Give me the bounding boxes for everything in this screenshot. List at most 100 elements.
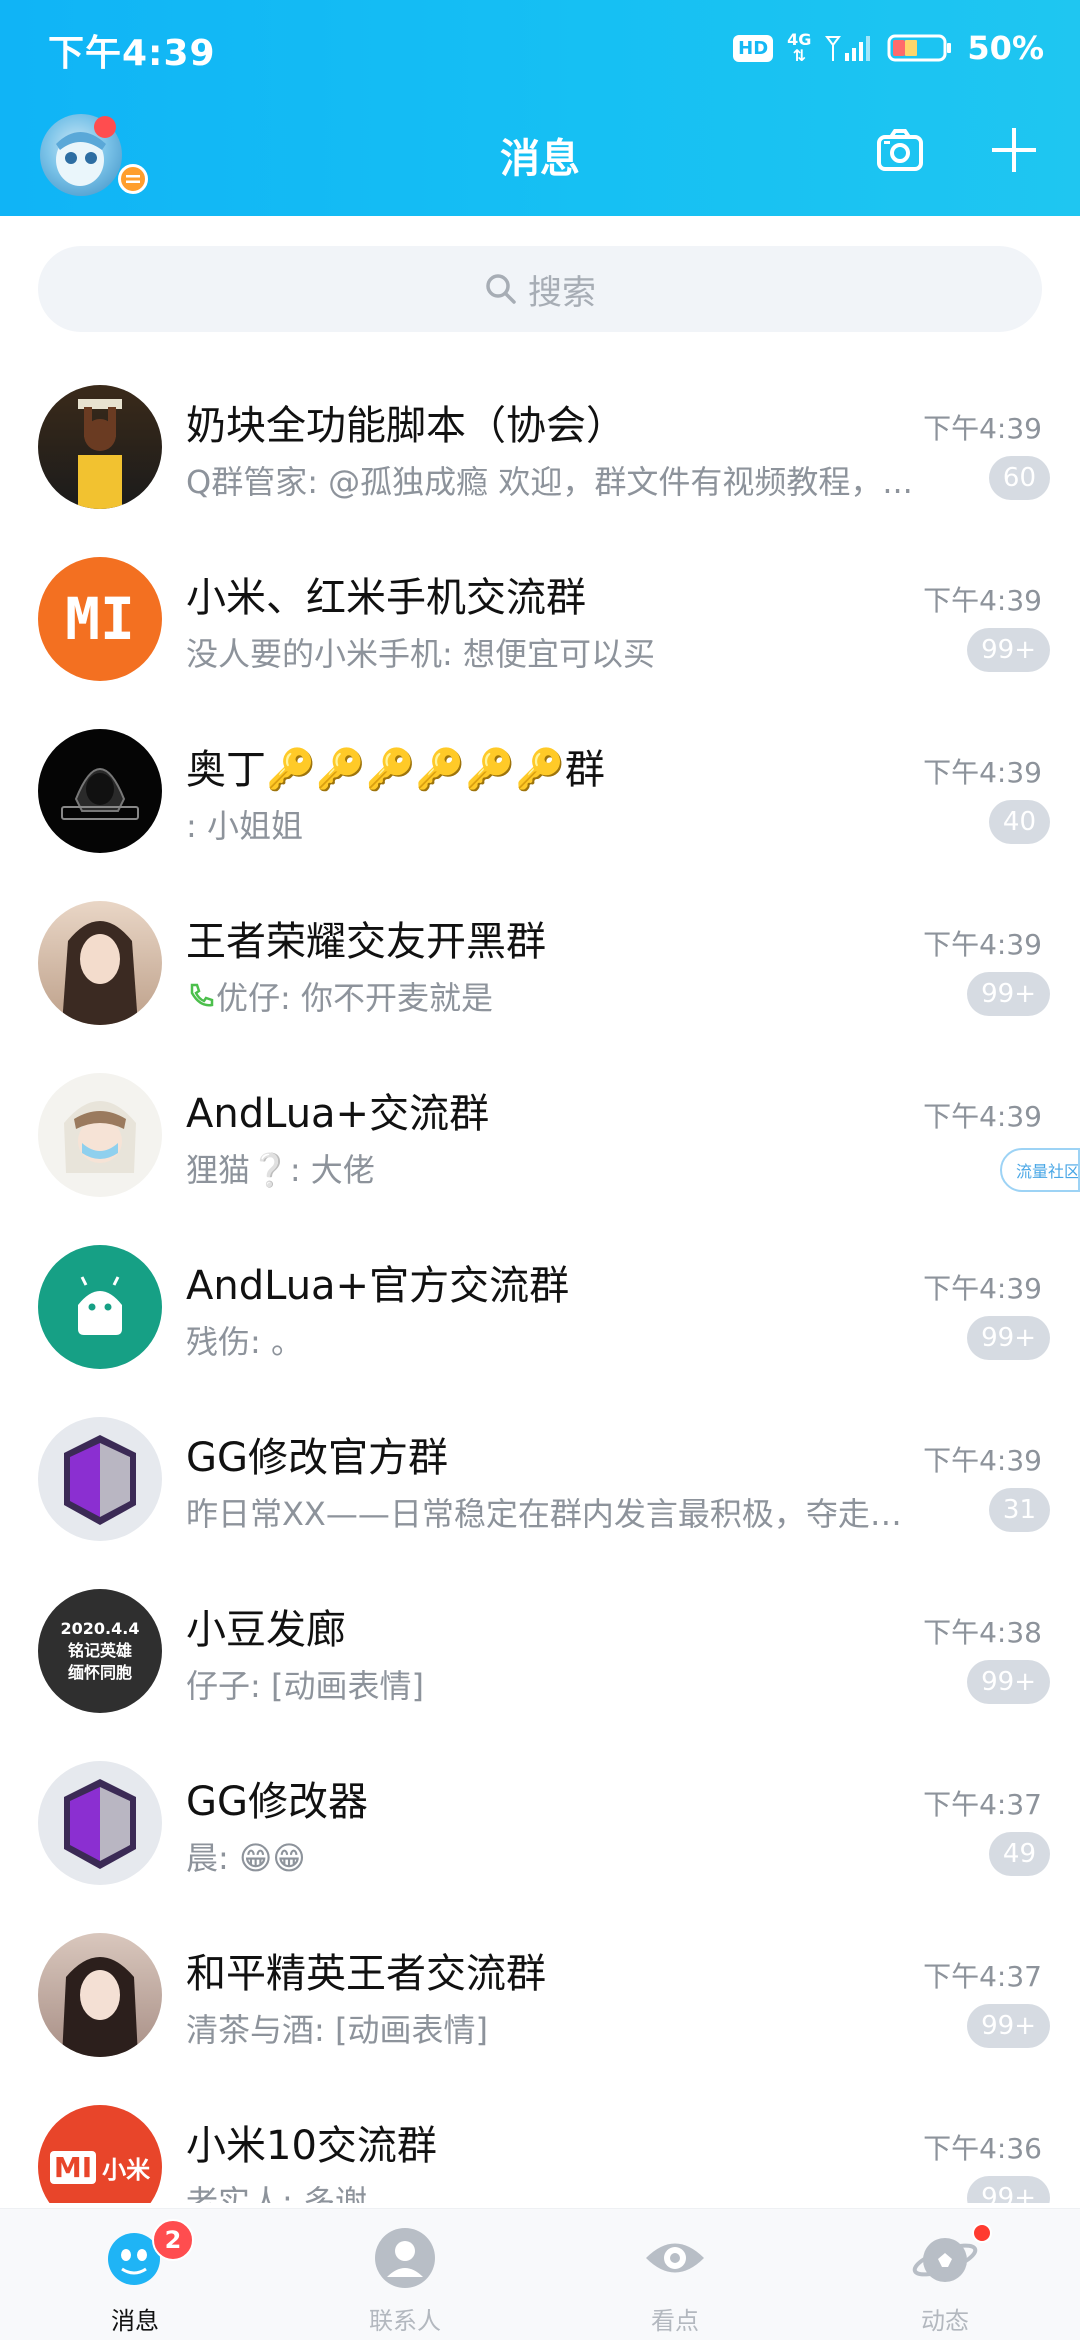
status-time: 下午4:39: [48, 33, 216, 74]
conversation-item[interactable]: 奶块全功能脚本（协会） Q群管家: @孤独成瘾 欢迎，群文件有视频教程，... …: [0, 363, 1080, 535]
tab-contacts[interactable]: 联系人: [270, 2209, 540, 2340]
group-avatar: [38, 1933, 162, 2057]
conversation-item[interactable]: AndLua+交流群 狸猫❔: 大佬 下午4:39: [0, 1051, 1080, 1223]
hooded-figure-icon: [61, 768, 139, 820]
mi-logo-icon: MI: [65, 585, 135, 653]
battery-icon: [887, 34, 952, 62]
conversation-name: GG修改器: [186, 1779, 368, 1825]
mi-logo-icon: MI: [49, 2150, 97, 2184]
conversation-name: GG修改官方群: [186, 1435, 448, 1481]
conversation-item[interactable]: GG修改官方群 昨日常XX——日常稳定在群内发言最积极，夺走了... 下午4:3…: [0, 1395, 1080, 1567]
tab-notification-dot: [972, 2223, 992, 2243]
conversation-item[interactable]: MI 小米、红米手机交流群 没人要的小米手机: 想便宜可以买 下午4:39 99…: [0, 535, 1080, 707]
search-input[interactable]: 搜索: [38, 246, 1042, 332]
unread-badge: 99+: [967, 2004, 1050, 2048]
basketball-player-icon: [78, 399, 122, 509]
conversation-preview: 优仔: 你不开麦就是: [186, 973, 493, 1019]
group-avatar: MI: [38, 557, 162, 681]
floating-community-tag[interactable]: 流量社区: [1000, 1148, 1080, 1192]
conversation-name: 和平精英王者交流群: [186, 1951, 546, 1997]
conversation-preview: 昨日常XX——日常稳定在群内发言最积极，夺走了...: [186, 1495, 926, 1533]
unread-badge: 99+: [967, 2176, 1050, 2203]
tab-messages[interactable]: 2 消息: [0, 2209, 270, 2340]
signal-icon: [825, 36, 871, 61]
add-plus-icon[interactable]: [988, 124, 1040, 176]
conversation-item[interactable]: 2020.4.4 铭记英雄 缅怀同胞 小豆发廊 仔子: [动画表情] 下午4:3…: [0, 1567, 1080, 1739]
conversation-preview: 仔子: [动画表情]: [186, 1667, 424, 1705]
unread-badge: 99+: [967, 1316, 1050, 1360]
group-avatar: [38, 1245, 162, 1369]
unread-badge: 99+: [967, 972, 1050, 1016]
conversation-time: 下午4:39: [923, 1100, 1042, 1133]
conversation-preview: 老实人: 多谢: [186, 2183, 367, 2203]
conversation-time: 下午4:39: [923, 756, 1042, 789]
search-placeholder: 搜索: [528, 272, 596, 313]
conversation-list: 奶块全功能脚本（协会） Q群管家: @孤独成瘾 欢迎，群文件有视频教程，... …: [0, 363, 1080, 2203]
conversation-time: 下午4:39: [923, 1272, 1042, 1305]
tab-unread-badge: 2: [152, 2219, 194, 2261]
android-robot-icon: [78, 1276, 122, 1335]
hd-icon: HD: [733, 34, 774, 62]
planet-icon: [912, 2238, 978, 2282]
group-avatar: [38, 1417, 162, 1541]
conversation-preview: 残伤: 。: [186, 1323, 303, 1361]
avatar-caption: 铭记英雄: [67, 1641, 132, 1660]
conversation-preview: 狸猫❔: 大佬: [186, 1151, 375, 1189]
tab-discover[interactable]: 看点: [540, 2209, 810, 2340]
eye-icon: [646, 2243, 704, 2273]
conversation-preview: 清茶与酒: [动画表情]: [186, 2011, 488, 2049]
conversation-name: 小米10交流群: [186, 2123, 437, 2169]
conversation-name: AndLua+交流群: [186, 1091, 490, 1137]
tab-feed[interactable]: 动态: [810, 2209, 1080, 2340]
conversation-time: 下午4:38: [923, 1616, 1042, 1649]
avatar-caption: 缅怀同胞: [67, 1663, 132, 1682]
conversation-time: 下午4:37: [923, 1788, 1042, 1821]
tab-label: 消息: [111, 2307, 159, 2335]
conversation-time: 下午4:39: [923, 412, 1042, 445]
status-indicators: HD 4G ⇅ 50%: [733, 26, 1044, 70]
unread-badge: 60: [988, 456, 1050, 500]
conversation-preview: 晨: 😁😁: [186, 1839, 306, 1877]
group-avatar: [38, 1073, 162, 1197]
conversation-time: 下午4:39: [923, 928, 1042, 961]
conversation-preview: Q群管家: @孤独成瘾 欢迎，群文件有视频教程，...: [186, 463, 913, 501]
battery-percent: 50%: [967, 29, 1044, 67]
tab-label: 联系人: [369, 2307, 441, 2335]
unread-badge: 31: [988, 1488, 1050, 1532]
conversation-preview: : 小姐姐: [186, 807, 303, 845]
unread-badge: 99+: [967, 1660, 1050, 1704]
app-header: 下午4:39 HD 4G ⇅ 50% 消息: [0, 0, 1080, 216]
group-avatar: [38, 1761, 162, 1885]
conversation-item[interactable]: 和平精英王者交流群 清茶与酒: [动画表情] 下午4:37 99+: [0, 1911, 1080, 2083]
girl-portrait-icon: [62, 921, 138, 1025]
conversation-time: 下午4:39: [923, 1444, 1042, 1477]
search-icon: [486, 274, 516, 304]
conversation-item[interactable]: GG修改器 晨: 😁😁 下午4:37 49: [0, 1739, 1080, 1911]
conversation-name: 王者荣耀交友开黑群: [186, 919, 546, 965]
unread-badge: 99+: [967, 628, 1050, 672]
conversation-item[interactable]: AndLua+官方交流群 残伤: 。 下午4:39 99+: [0, 1223, 1080, 1395]
conversation-name: 奥丁🔑🔑🔑🔑🔑🔑群: [186, 747, 605, 793]
contacts-icon: [375, 2228, 435, 2288]
avatar-caption: 2020.4.4: [60, 1619, 140, 1638]
avatar-brand-text: 小米: [102, 2155, 151, 2184]
conversation-name: 小米、红米手机交流群: [186, 575, 586, 621]
bottom-tab-bar: 2 消息 联系人 看点 动态: [0, 2208, 1080, 2340]
conversation-preview: 没人要的小米手机: 想便宜可以买: [186, 635, 655, 673]
conversation-time: 下午4:39: [923, 584, 1042, 617]
group-avatar: [38, 729, 162, 853]
camera-icon[interactable]: [876, 126, 924, 174]
girl-portrait-icon: [62, 1957, 138, 2057]
conversation-time: 下午4:37: [923, 1960, 1042, 1993]
group-avatar: MI 小米: [38, 2105, 162, 2203]
conversation-name: AndLua+官方交流群: [186, 1263, 570, 1309]
phone-call-icon: [190, 983, 214, 1007]
conversation-time: 下午4:36: [923, 2132, 1042, 2165]
nav-bar: 消息: [0, 96, 1080, 216]
conversation-item[interactable]: 奥丁🔑🔑🔑🔑🔑🔑群 : 小姐姐 下午4:39 40: [0, 707, 1080, 879]
conversation-item[interactable]: MI 小米 小米10交流群 老实人: 多谢 下午4:36 99+: [0, 2083, 1080, 2203]
tab-label: 动态: [921, 2307, 969, 2335]
conversation-item[interactable]: 王者荣耀交友开黑群 优仔: 你不开麦就是 下午4:39 99+: [0, 879, 1080, 1051]
network-type: 4G ⇅: [787, 30, 812, 65]
unread-badge: 49: [988, 1832, 1050, 1876]
